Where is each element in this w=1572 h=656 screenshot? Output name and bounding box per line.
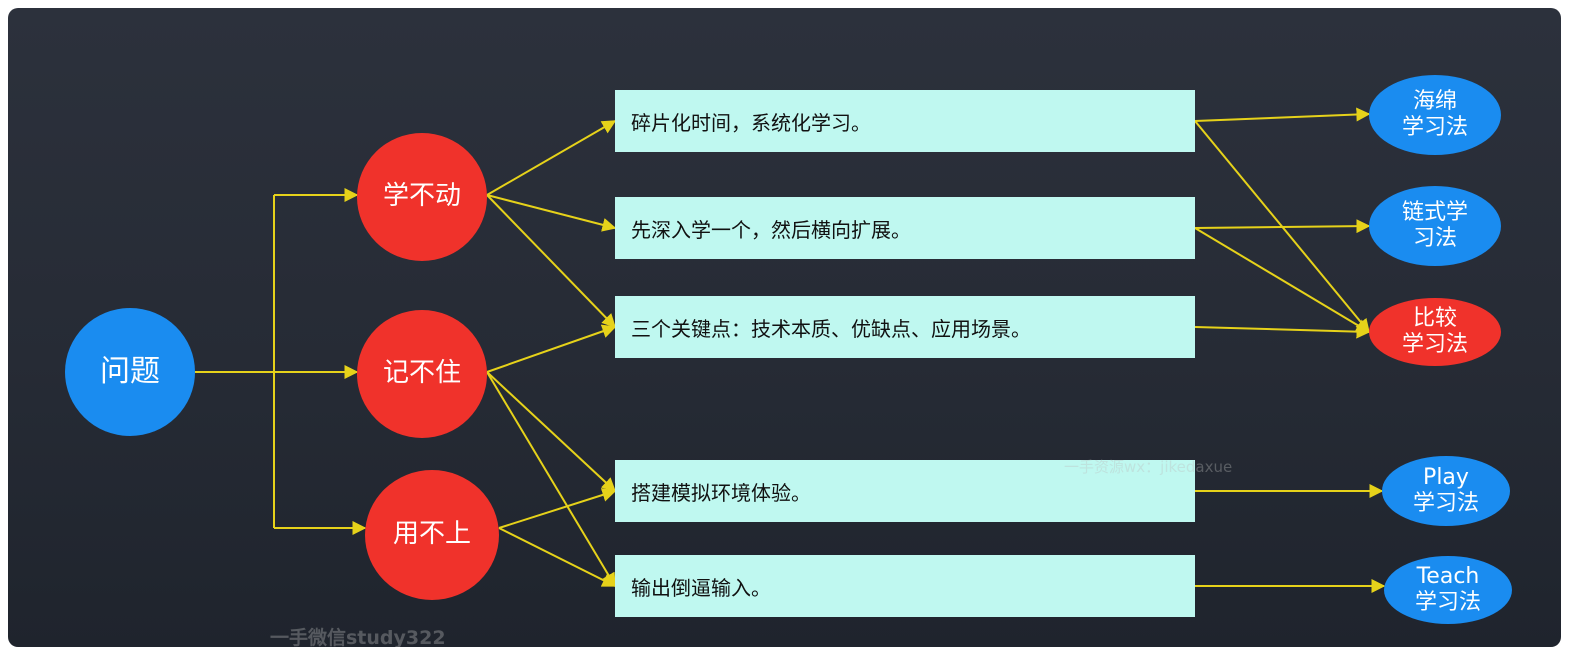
watermark-center: 一手资源wx：jikedaxue	[1064, 458, 1233, 476]
method-line2: 学习法	[1414, 590, 1481, 615]
solution-text: 碎片化时间，系统化学习。	[631, 110, 871, 135]
connector-to-solution	[486, 371, 617, 492]
solution-text: 先深入学一个，然后横向扩展。	[631, 217, 911, 242]
method-node-sponge: 海绵 学习法	[1369, 75, 1501, 155]
problem-node-xuebudong: 学不动	[357, 133, 487, 261]
connector-to-solution	[486, 324, 617, 373]
method-node-teach: Teach 学习法	[1384, 556, 1512, 624]
solution-box-2: 先深入学一个，然后横向扩展。	[615, 197, 1195, 259]
method-line1: 链式学	[1401, 199, 1468, 225]
method-line1: 海绵	[1412, 88, 1457, 114]
method-line2: 学习法	[1412, 491, 1479, 516]
connector-to-method	[1194, 219, 1371, 234]
method-line1: Play	[1423, 464, 1469, 490]
method-line1: Teach	[1416, 563, 1480, 589]
watermark-bottom: 一手微信study322	[270, 627, 446, 647]
solution-box-5: 输出倒逼输入。	[615, 555, 1195, 617]
connector-to-method	[1194, 227, 1371, 333]
method-node-play: Play 学习法	[1382, 456, 1510, 526]
method-line2: 学习法	[1401, 115, 1468, 140]
problem-label: 用不上	[392, 519, 471, 550]
connector-to-solution	[486, 194, 617, 232]
method-line1: 比较	[1412, 305, 1457, 331]
root-node: 问题	[65, 308, 195, 436]
problem-label: 学不动	[382, 181, 461, 212]
solution-box-1: 碎片化时间，系统化学习。	[615, 90, 1195, 152]
problem-node-yongbushang: 用不上	[365, 470, 499, 600]
solution-text: 输出倒逼输入。	[631, 575, 771, 600]
diagram-canvas: 问题 学不动 记不住 用不上 碎片化时间，系统化学习。 先深入学一个，然后横向扩…	[8, 8, 1561, 647]
method-line2: 学习法	[1401, 332, 1468, 357]
problem-node-jibuzhu: 记不住	[357, 310, 487, 438]
connector-to-method	[1194, 324, 1371, 339]
connector-to-solution	[486, 194, 616, 329]
connector-to-solution	[498, 488, 617, 529]
solution-box-3: 三个关键点：技术本质、优缺点、应用场景。	[615, 296, 1195, 358]
solution-text: 搭建模拟环境体验。	[631, 480, 811, 505]
root-label: 问题	[100, 354, 160, 389]
connector-to-solution	[486, 120, 617, 196]
problem-label: 记不住	[382, 358, 461, 389]
method-node-chain: 链式学 习法	[1369, 186, 1501, 266]
solution-text: 三个关键点：技术本质、优缺点、应用场景。	[631, 316, 1031, 341]
method-line2: 习法	[1412, 226, 1457, 251]
method-node-compare: 比较 学习法	[1369, 298, 1501, 366]
connector-to-method	[1194, 107, 1371, 122]
